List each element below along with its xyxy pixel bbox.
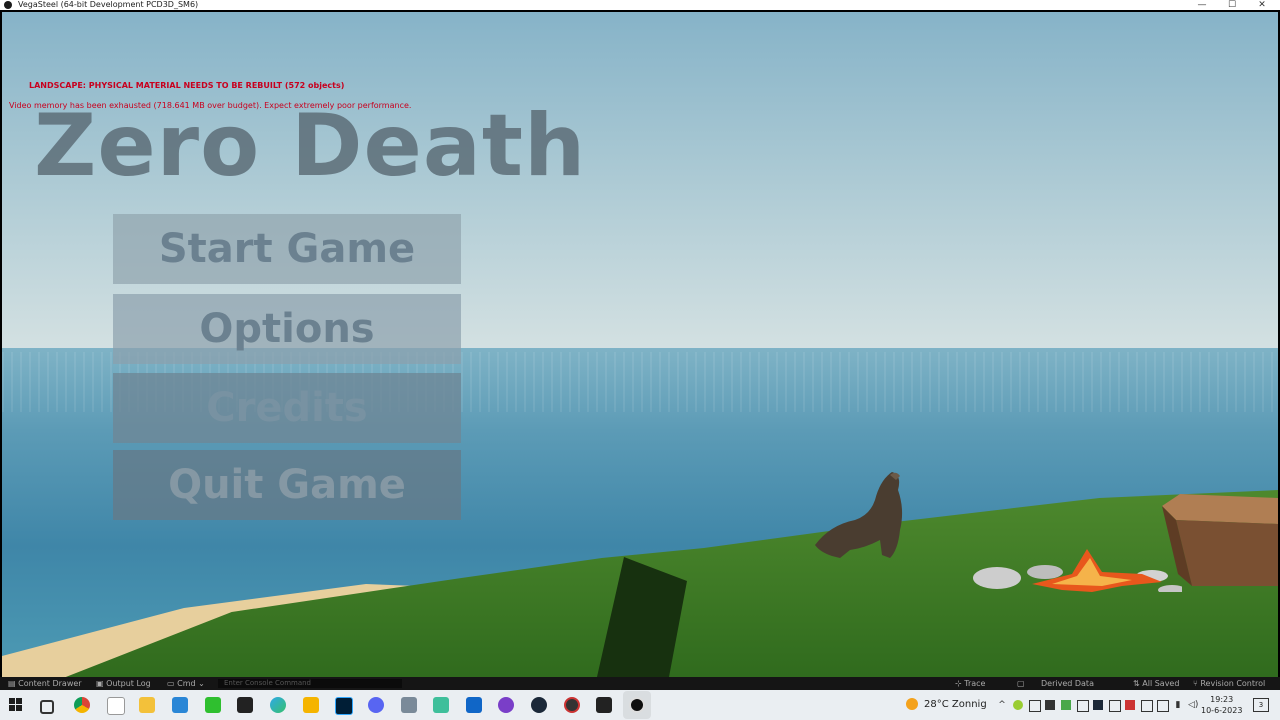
windows-start-icon[interactable] — [9, 698, 23, 712]
mail-icon[interactable] — [172, 697, 188, 713]
file-explorer-icon[interactable] — [139, 697, 155, 713]
tray-network-icon[interactable] — [1157, 700, 1169, 712]
quit-game-button[interactable]: Quit Game — [113, 450, 461, 520]
weather-temp: 28°C — [924, 699, 949, 710]
unreal-app-icon — [4, 1, 12, 9]
campfire — [1032, 549, 1162, 592]
clock-time: 19:23 — [1210, 695, 1234, 704]
chevron-up-icon[interactable]: ^ — [997, 700, 1007, 710]
revision-control-button[interactable]: ⑂ Revision Control — [1193, 677, 1265, 690]
tray-app-icon[interactable] — [1013, 700, 1023, 710]
start-game-button[interactable]: Start Game — [113, 214, 461, 284]
edge-icon[interactable] — [270, 697, 286, 713]
minimize-button[interactable]: — — [1190, 0, 1214, 10]
content-drawer-button[interactable]: ▤ Content Drawer — [8, 677, 82, 690]
files-icon[interactable] — [107, 697, 125, 715]
steam-icon[interactable] — [531, 697, 547, 713]
speaker-icon[interactable]: ◁) — [1188, 700, 1198, 710]
chrome-icon[interactable] — [74, 697, 90, 713]
taskbar-clock[interactable]: 19:23 10-6-2023 — [1201, 694, 1242, 716]
tray-nvidia-icon[interactable] — [1061, 700, 1071, 710]
editor-status-bar: ▤ Content Drawer ▣ Output Log ▭ Cmd ⌄ ⊹ … — [0, 677, 1280, 690]
clock-date: 10-6-2023 — [1201, 706, 1243, 715]
tpm-icon[interactable] — [433, 697, 449, 713]
outlook-icon[interactable] — [466, 697, 482, 713]
photoshop-icon[interactable] — [335, 697, 353, 715]
options-button[interactable]: Options — [113, 294, 461, 364]
epic-games-icon[interactable] — [237, 697, 253, 713]
cmd-dropdown[interactable]: ▭ Cmd ⌄ — [167, 677, 205, 690]
layout-icon[interactable]: ▢ — [1017, 677, 1025, 690]
tray-steam-icon[interactable] — [1093, 700, 1103, 710]
task-view-icon[interactable] — [40, 700, 54, 714]
close-button[interactable]: ✕ — [1250, 0, 1274, 10]
github-icon[interactable] — [498, 697, 514, 713]
weather-text: Zonnig — [951, 699, 987, 710]
maximize-button[interactable]: ☐ — [1220, 0, 1244, 10]
trace-button[interactable]: ⊹ Trace — [955, 677, 985, 690]
rockstar-icon[interactable] — [303, 697, 319, 713]
tray-usb-icon[interactable] — [1077, 700, 1089, 712]
tray-security-icon[interactable] — [1125, 700, 1135, 710]
wooden-chest — [1162, 494, 1278, 586]
tray-battery-icon[interactable]: ▮ — [1173, 700, 1183, 710]
epic-games-launcher-icon[interactable] — [596, 697, 612, 713]
tray-media-icon[interactable] — [1045, 700, 1055, 710]
window-titlebar: VegaSteel (64-bit Development PCD3D_SM6)… — [0, 0, 1280, 10]
sun-icon — [906, 698, 918, 710]
window-title: VegaSteel (64-bit Development PCD3D_SM6) — [18, 0, 199, 9]
calculator-icon[interactable] — [401, 697, 417, 713]
tray-monitor-icon[interactable] — [1141, 700, 1153, 712]
howling-animal — [815, 472, 903, 558]
tray-drive-icon[interactable] — [1109, 700, 1121, 712]
weather-widget[interactable]: 28°C Zonnig — [906, 698, 987, 710]
notifications-icon[interactable]: 3 — [1253, 698, 1269, 712]
credits-button[interactable]: Credits — [113, 373, 461, 443]
app-icon[interactable] — [564, 697, 580, 713]
console-command-input[interactable]: Enter Console Command — [218, 679, 402, 688]
debug-landscape-warning: LANDSCAPE: PHYSICAL MATERIAL NEEDS TO BE… — [29, 81, 345, 90]
game-title: Zero Death — [34, 96, 587, 196]
xbox-icon[interactable] — [205, 697, 221, 713]
notification-count: 3 — [1258, 701, 1264, 709]
discord-icon[interactable] — [368, 697, 384, 713]
output-log-button[interactable]: ▣ Output Log — [96, 677, 151, 690]
active-app-highlight — [623, 691, 651, 719]
derived-data-button[interactable]: Derived Data — [1041, 677, 1094, 690]
all-saved-button[interactable]: ⇅ All Saved — [1133, 677, 1179, 690]
tray-window-icon[interactable] — [1029, 700, 1041, 712]
